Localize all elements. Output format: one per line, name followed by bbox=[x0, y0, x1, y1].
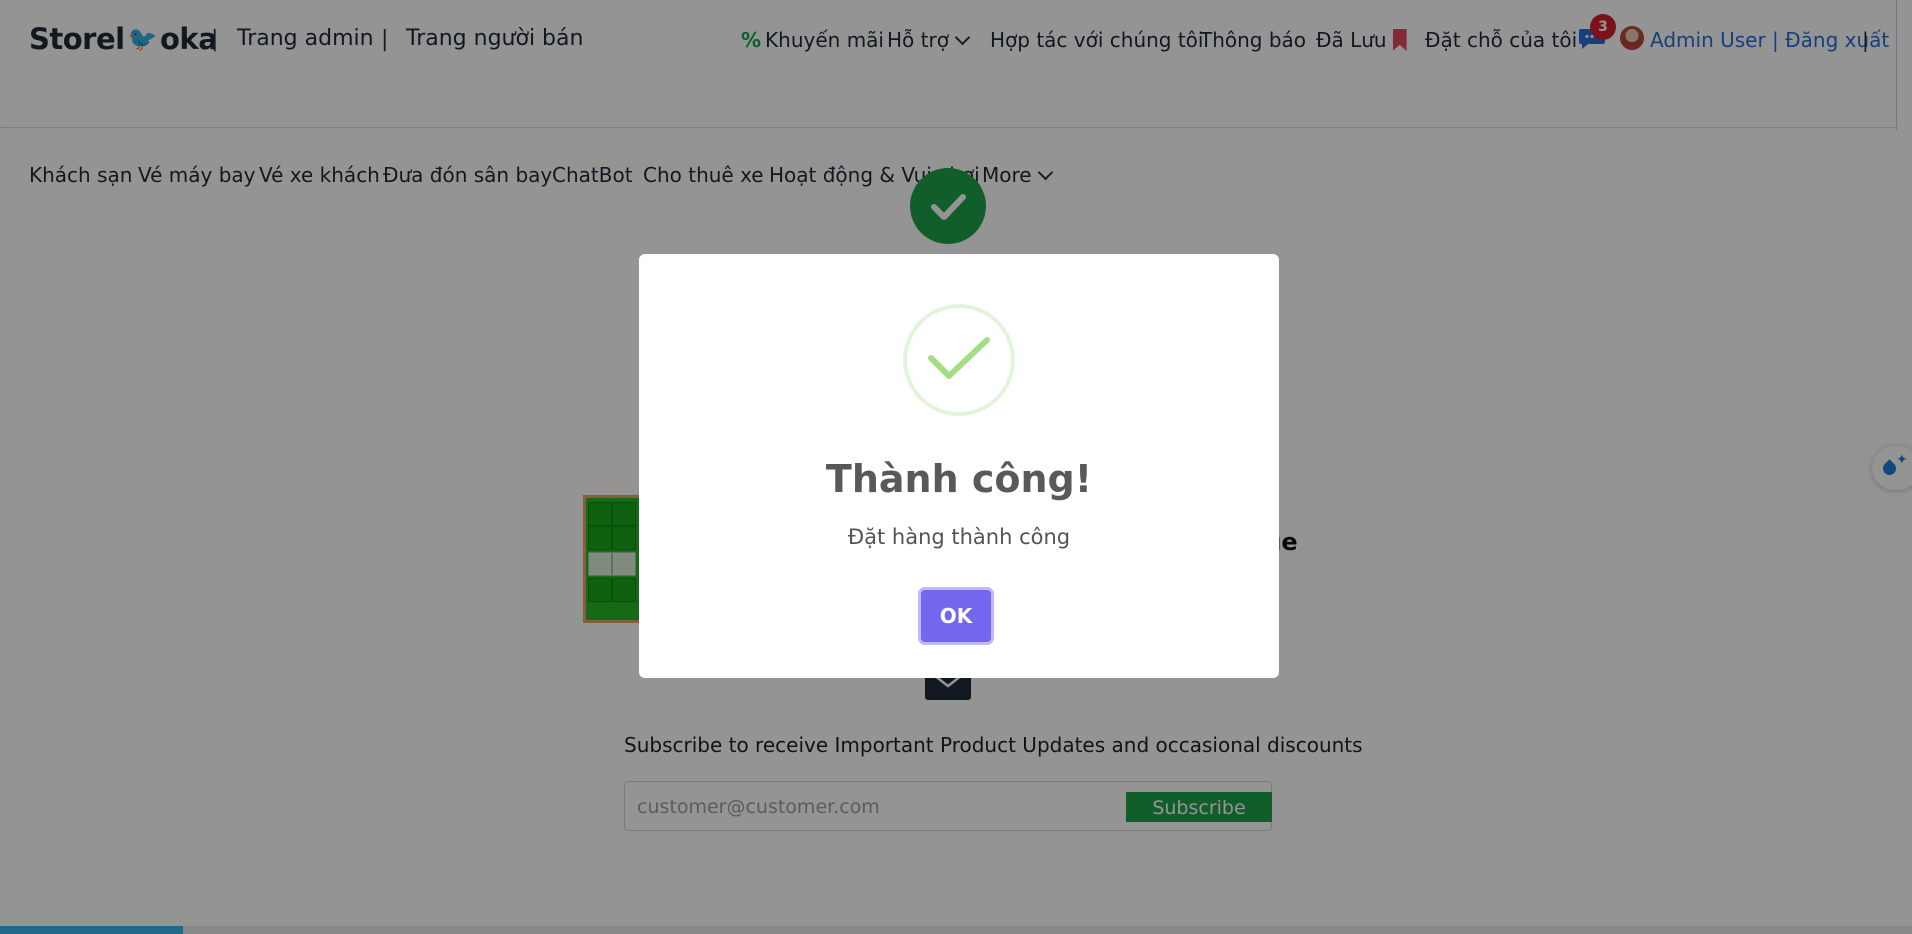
dialog-title: Thành công! bbox=[825, 457, 1093, 501]
dialog-message: Đặt hàng thành công bbox=[847, 525, 1071, 549]
success-dialog: Thành công! Đặt hàng thành công OK bbox=[639, 254, 1279, 678]
success-check-icon bbox=[903, 304, 1015, 416]
ok-button[interactable]: OK bbox=[921, 590, 991, 642]
